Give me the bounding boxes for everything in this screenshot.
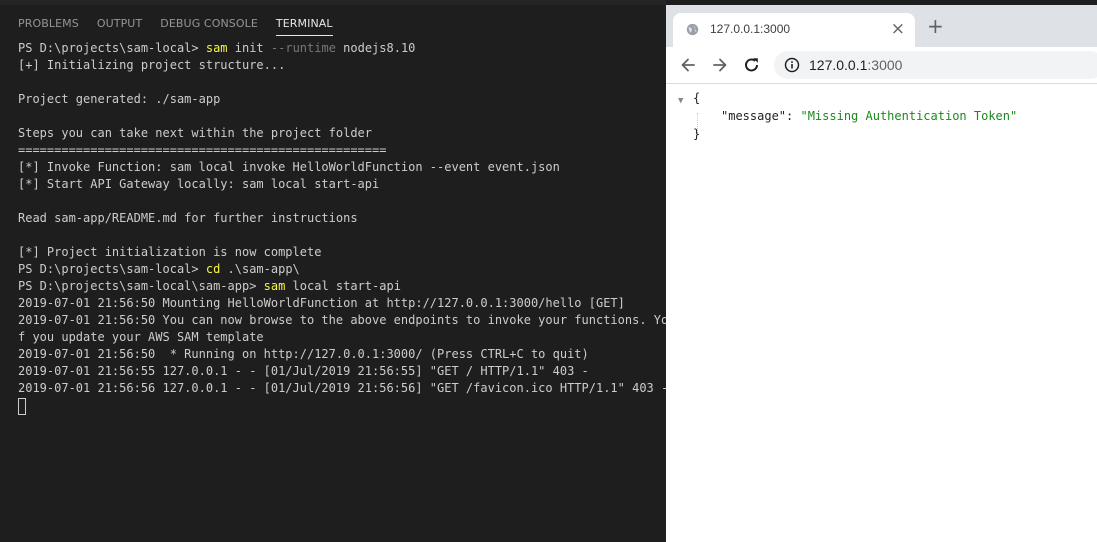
browser-tabstrip: 127.0.0.1:3000 × + xyxy=(666,5,1097,47)
tab-terminal[interactable]: TERMINAL xyxy=(275,16,333,36)
info-icon[interactable] xyxy=(784,57,800,73)
terminal-line: Steps you can take next within the proje… xyxy=(18,125,666,142)
terminal-line: 2019-07-01 21:56:50 Mounting HelloWorldF… xyxy=(18,295,666,312)
json-key: "message" xyxy=(721,109,787,123)
globe-icon xyxy=(686,23,699,36)
terminal-line: [*] Start API Gateway locally: sam local… xyxy=(18,176,666,193)
terminal-text: [+] Initializing project structure... xyxy=(18,58,286,72)
collapse-triangle-icon[interactable]: ▼ xyxy=(678,92,683,110)
terminal-text: 2019-07-01 21:56:55 127.0.0.1 - - [01/Ju… xyxy=(18,364,589,378)
terminal-line: f you update your AWS SAM template xyxy=(18,329,666,346)
browser-window: 127.0.0.1:3000 × + 127.0.0.1:3000 ▼ { "m… xyxy=(666,5,1097,542)
json-colon: : xyxy=(786,109,801,123)
terminal-text: 2019-07-01 21:56:50 Mounting HelloWorldF… xyxy=(18,296,625,310)
url-port: :3000 xyxy=(867,57,903,73)
terminal-line: [*] Invoke Function: sam local invoke He… xyxy=(18,159,666,176)
terminal-text: ========================================… xyxy=(18,143,387,157)
terminal-text: 2019-07-01 21:56:50 You can now browse t… xyxy=(18,313,666,327)
terminal-output[interactable]: PS D:\projects\sam-local> sam init --run… xyxy=(18,40,666,540)
command-token: sam xyxy=(263,279,286,293)
terminal-line: 2019-07-01 21:56:55 127.0.0.1 - - [01/Ju… xyxy=(18,363,666,380)
vscode-terminal-panel: PROBLEMS OUTPUT DEBUG CONSOLE TERMINAL P… xyxy=(0,0,666,542)
terminal-text: init xyxy=(227,41,271,55)
json-close-brace: } xyxy=(693,127,701,141)
terminal-text: [*] Project initialization is now comple… xyxy=(18,245,322,259)
terminal-line: Project generated: ./sam-app xyxy=(18,91,666,108)
terminal-line: 2019-07-01 21:56:56 127.0.0.1 - - [01/Ju… xyxy=(18,380,666,397)
terminal-line: 2019-07-01 21:56:50 * Running on http://… xyxy=(18,346,666,363)
terminal-text: Steps you can take next within the proje… xyxy=(18,126,373,140)
terminal-text: nodejs8.10 xyxy=(335,41,416,55)
terminal-line: PS D:\projects\sam-local> cd .\sam-app\ xyxy=(18,261,666,278)
tab-title: 127.0.0.1:3000 xyxy=(710,22,791,36)
tab-output[interactable]: OUTPUT xyxy=(97,16,142,36)
terminal-text: [*] Start API Gateway locally: sam local… xyxy=(18,177,380,191)
json-open-brace: { xyxy=(693,91,701,105)
flag-token: --runtime xyxy=(270,41,336,55)
json-entry: "message": "Missing Authentication Token… xyxy=(721,107,1017,125)
terminal-text: [*] Invoke Function: sam local invoke He… xyxy=(18,160,560,174)
terminal-text: f you update your AWS SAM template xyxy=(18,330,264,344)
terminal-text: PS D:\projects\sam-local\sam-app> xyxy=(18,279,264,293)
address-bar[interactable]: 127.0.0.1:3000 xyxy=(774,51,1097,79)
terminal-text: Read sam-app/README.md for further instr… xyxy=(18,211,358,225)
json-value: "Missing Authentication Token" xyxy=(800,109,1018,123)
reload-icon[interactable] xyxy=(742,55,762,75)
terminal-text: local start-api xyxy=(285,279,401,293)
tab-problems[interactable]: PROBLEMS xyxy=(18,16,79,36)
terminal-line: [+] Initializing project structure... xyxy=(18,57,666,74)
browser-toolbar: 127.0.0.1:3000 xyxy=(666,47,1097,84)
panel-tabs: PROBLEMS OUTPUT DEBUG CONSOLE TERMINAL xyxy=(18,16,351,36)
url-host: 127.0.0.1 xyxy=(809,57,868,73)
terminal-line: PS D:\projects\sam-local> sam init --run… xyxy=(18,40,666,57)
back-icon[interactable] xyxy=(678,55,698,75)
forward-icon[interactable] xyxy=(710,55,730,75)
close-icon[interactable]: × xyxy=(891,19,905,39)
browser-tab[interactable]: 127.0.0.1:3000 × xyxy=(673,13,915,47)
terminal-line: ========================================… xyxy=(18,142,666,159)
terminal-prompt-line xyxy=(18,397,666,415)
terminal-text: PS D:\projects\sam-local> xyxy=(18,262,206,276)
terminal-text: 2019-07-01 21:56:56 127.0.0.1 - - [01/Ju… xyxy=(18,381,666,395)
terminal-text: 2019-07-01 21:56:50 * Running on http://… xyxy=(18,347,589,361)
terminal-cursor xyxy=(18,398,26,415)
panel-border xyxy=(0,0,666,5)
tab-debug-console[interactable]: DEBUG CONSOLE xyxy=(160,16,258,36)
terminal-line: 2019-07-01 21:56:50 You can now browse t… xyxy=(18,312,666,329)
new-tab-icon[interactable]: + xyxy=(927,16,944,36)
terminal-line: [*] Project initialization is now comple… xyxy=(18,244,666,261)
command-token: cd xyxy=(205,262,221,276)
json-viewer: ▼ { "message": "Missing Authentication T… xyxy=(666,84,1097,542)
url-text: 127.0.0.1:3000 xyxy=(809,57,902,73)
terminal-text: .\sam-app\ xyxy=(220,262,300,276)
terminal-text: Project generated: ./sam-app xyxy=(18,92,221,106)
terminal-line: PS D:\projects\sam-local\sam-app> sam lo… xyxy=(18,278,666,295)
command-token: sam xyxy=(205,41,228,55)
terminal-text: PS D:\projects\sam-local> xyxy=(18,41,206,55)
terminal-line: Read sam-app/README.md for further instr… xyxy=(18,210,666,227)
